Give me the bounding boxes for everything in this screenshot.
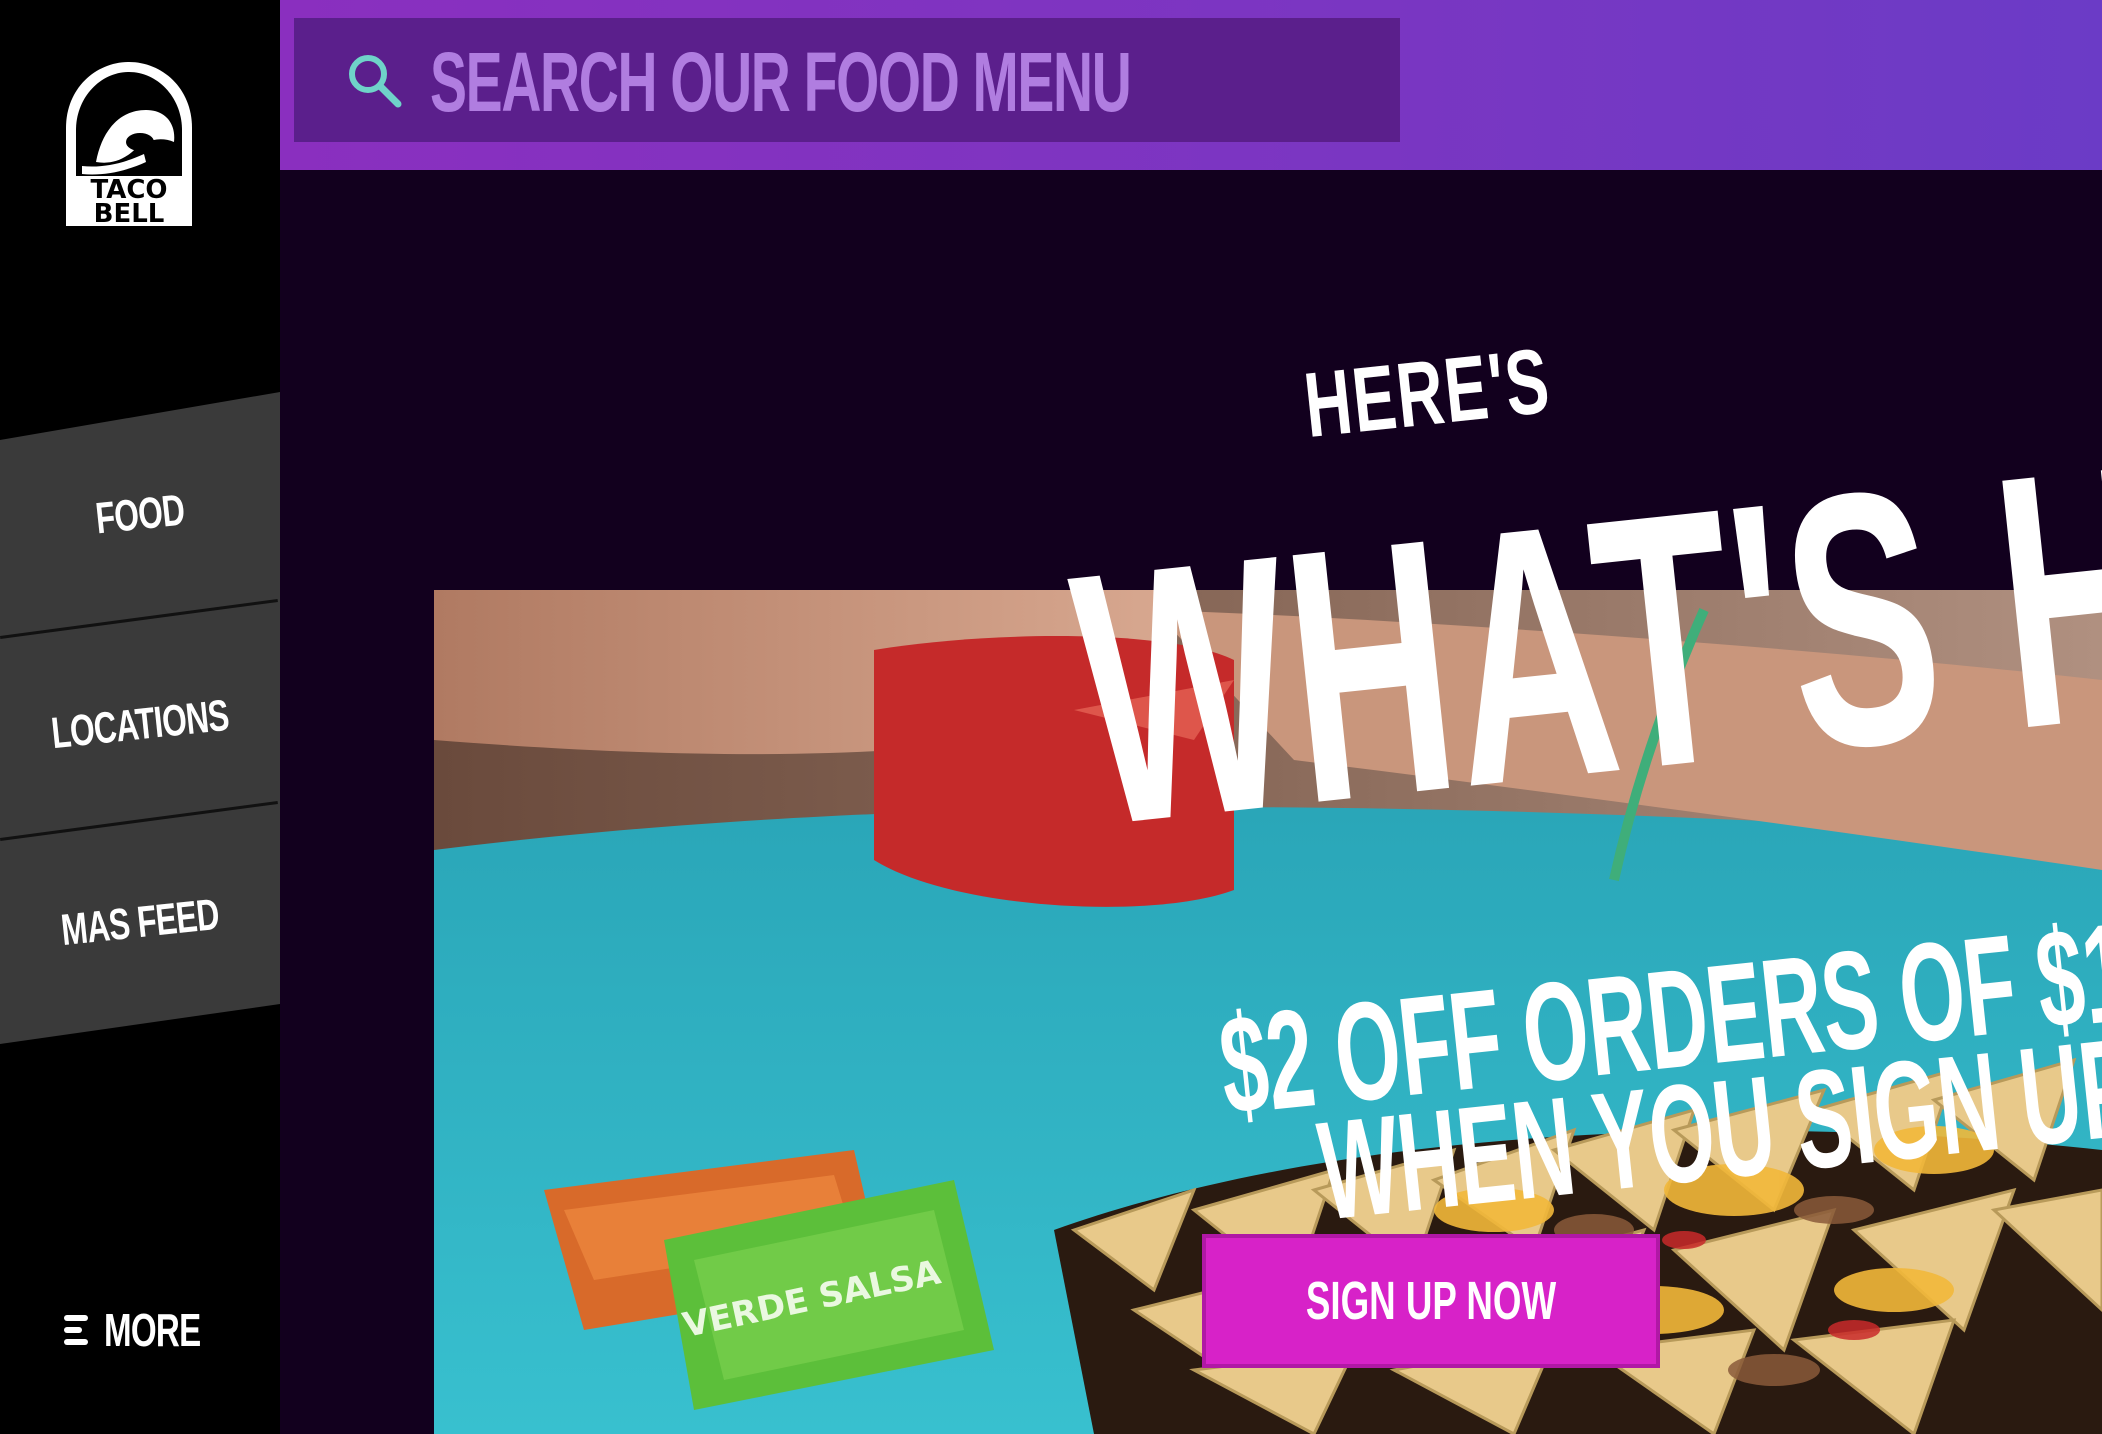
taco-bell-logo[interactable]: TACO BELL — [62, 58, 196, 230]
sidebar: TACO BELL FOOD LOCATIONS MAS FEED MORE — [0, 0, 280, 1434]
svg-text:BELL: BELL — [94, 199, 165, 229]
sign-up-button[interactable]: SIGN UP NOW — [1202, 1234, 1660, 1368]
sign-up-label: SIGN UP NOW — [1305, 1271, 1557, 1331]
search-input[interactable]: SEARCH OUR FOOD MENU — [294, 18, 1400, 142]
hero-headline: WHAT'S HOT — [1058, 355, 2102, 902]
hamburger-menu-icon — [64, 1315, 88, 1345]
top-bar: SEARCH OUR FOOD MENU — [280, 0, 2102, 170]
search-icon — [349, 55, 402, 108]
hero-kicker: HERE'S — [1299, 329, 1555, 457]
search-placeholder: SEARCH OUR FOOD MENU — [430, 35, 1132, 129]
more-label: MORE — [104, 1304, 201, 1356]
hero-section: VERDE SALSA HERE'S WHAT'S HOT $2 OFF ORD… — [280, 170, 2102, 1434]
more-button[interactable]: MORE — [64, 1304, 238, 1356]
